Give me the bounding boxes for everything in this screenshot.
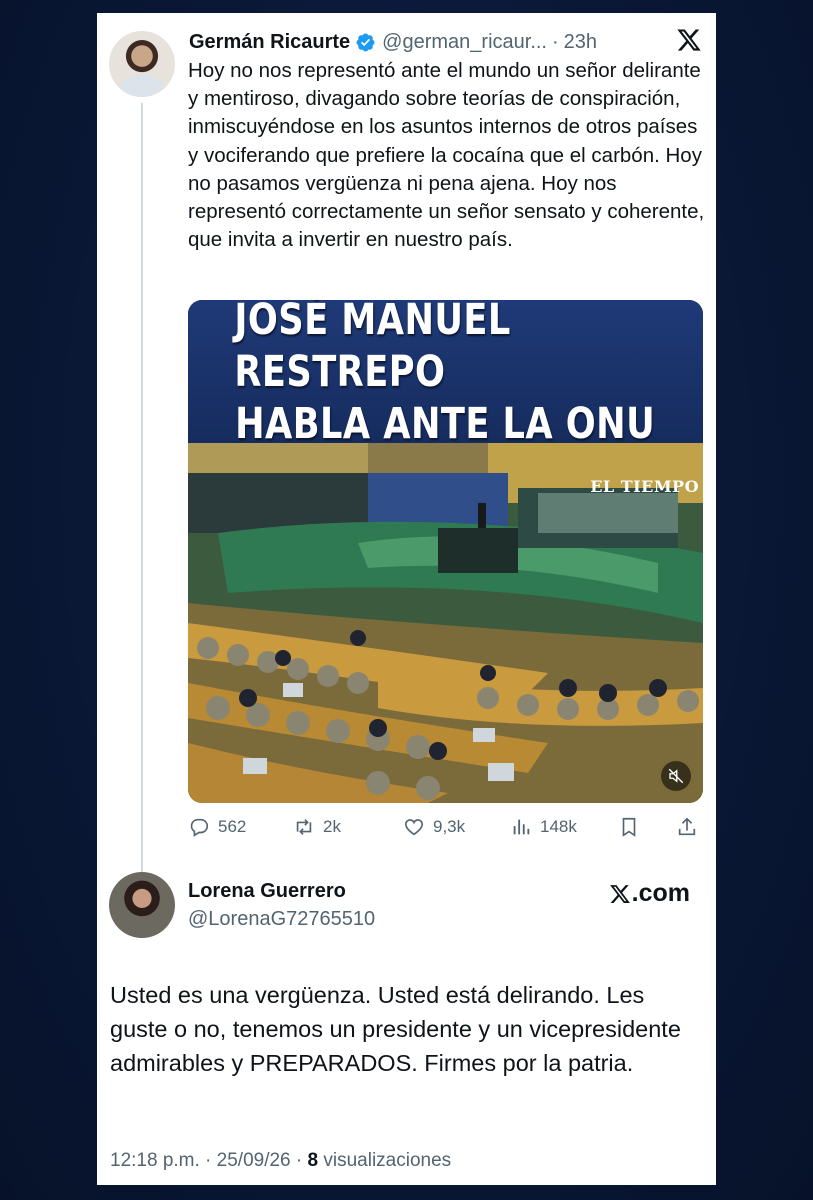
reply-author-avatar[interactable]: [109, 872, 175, 938]
tweet-actions: 562 2k 9,3k 148k: [188, 813, 703, 841]
bookmark-button[interactable]: [618, 813, 648, 841]
author-name[interactable]: Germán Ricaurte: [189, 31, 350, 54]
reply-timestamp[interactable]: 12:18 p.m. · 25/09/26 ·: [110, 1150, 308, 1171]
like-button[interactable]: 9,3k: [403, 813, 465, 841]
video-headline-banner: JOSÉ MANUEL RESTREPO HABLA ANTE LA ONU: [188, 300, 703, 449]
author-handle[interactable]: @german_ricaur...: [382, 31, 547, 54]
screenshot-card: Germán Ricaurte @german_ricaur... · 23h …: [97, 13, 716, 1185]
reply-author-handle[interactable]: @LorenaG72765510: [188, 908, 375, 931]
x-logo-icon: [677, 29, 701, 51]
reply-text: Usted es una vergüenza. Usted está delir…: [110, 982, 681, 1076]
un-assembly-hall-image: [188, 443, 703, 803]
views-icon: [513, 819, 530, 835]
x-com-logo: .com: [609, 879, 690, 908]
reply-count: 562: [218, 817, 247, 836]
views-button[interactable]: 148k: [510, 813, 577, 841]
video-watermark: EL TIEMPO: [590, 477, 699, 496]
share-button[interactable]: [676, 813, 706, 841]
bookmark-icon: [622, 817, 636, 837]
verified-badge-icon: [356, 33, 375, 51]
repost-count: 2k: [323, 817, 341, 836]
repost-icon: [296, 819, 312, 835]
author-avatar[interactable]: [109, 31, 175, 97]
reply-button[interactable]: 562: [188, 813, 246, 841]
share-icon: [678, 817, 696, 836]
video-headline-line1: JOSÉ MANUEL RESTREPO: [234, 300, 511, 397]
reply-meta: 12:18 p.m. · 25/09/26 · 8 visualizacione…: [110, 1150, 451, 1172]
tweet-header: Germán Ricaurte @german_ricaur... · 23h: [189, 29, 597, 55]
thread-line: [141, 103, 143, 873]
reply-views-label: visualizaciones: [318, 1150, 452, 1171]
x-com-label: .com: [631, 879, 690, 907]
like-icon: [404, 819, 424, 836]
video-headline-line2: HABLA ANTE LA ONU: [235, 398, 656, 449]
x-logo-icon: [609, 884, 630, 903]
views-count: 148k: [540, 817, 577, 836]
reply-author-name[interactable]: Lorena Guerrero: [188, 880, 346, 903]
mute-icon[interactable]: [661, 761, 691, 791]
tweet-video[interactable]: JOSÉ MANUEL RESTREPO HABLA ANTE LA ONU E…: [188, 300, 703, 803]
tweet-time[interactable]: 23h: [564, 31, 597, 54]
reply-icon: [190, 818, 209, 837]
tweet-text: Hoy no nos representó ante el mundo un s…: [188, 59, 705, 252]
header-separator: ·: [552, 30, 559, 53]
reply-view-count: 8: [307, 1150, 319, 1171]
like-count: 9,3k: [433, 817, 466, 836]
repost-button[interactable]: 2k: [293, 813, 341, 841]
